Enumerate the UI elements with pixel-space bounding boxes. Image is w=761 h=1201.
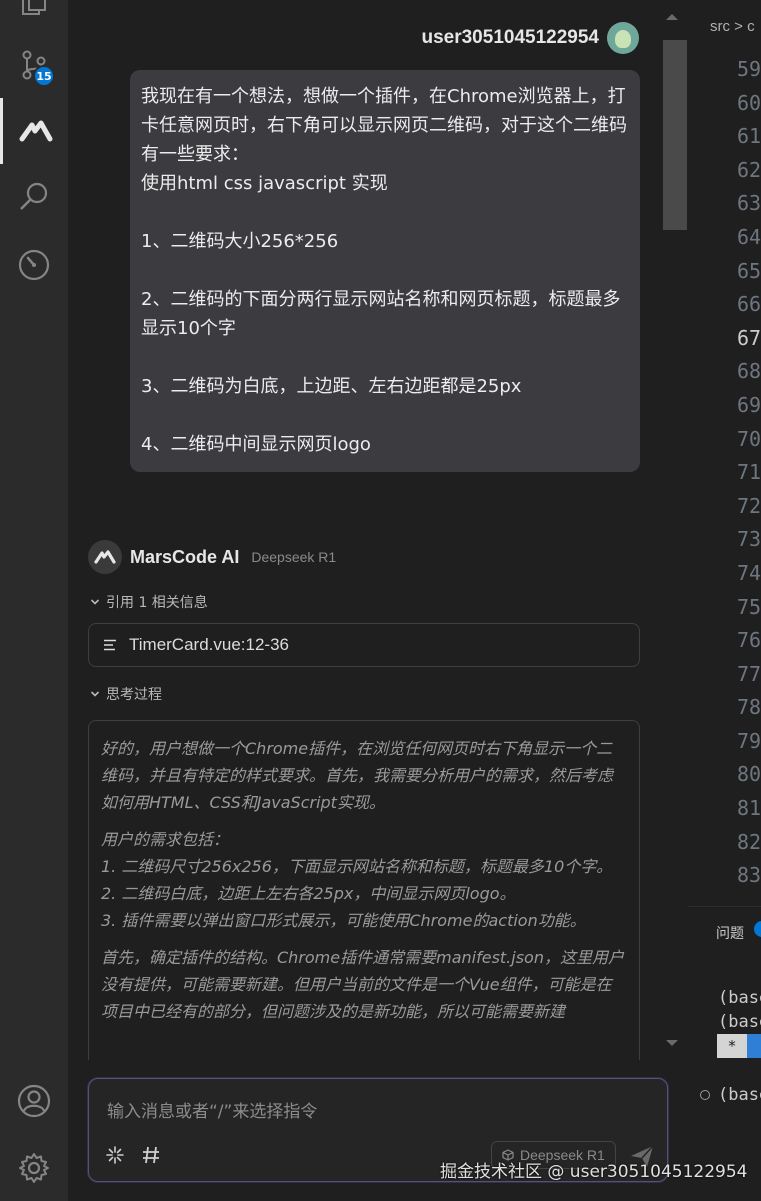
line-number: 66 bbox=[737, 292, 761, 317]
line-number: 79 bbox=[737, 728, 761, 753]
activity-bar: 15 bbox=[0, 0, 68, 1201]
line-number: 81 bbox=[737, 796, 761, 821]
user-message-paragraph: 4、二维码中间显示网页logo bbox=[141, 434, 371, 455]
line-number: 83 bbox=[737, 863, 761, 888]
terminal-line: (base bbox=[718, 1012, 761, 1032]
line-number: 80 bbox=[737, 762, 761, 787]
reference-file-card[interactable]: TimerCard.vue:12-36 bbox=[88, 623, 640, 667]
references-toggle[interactable]: 引用 1 相关信息 bbox=[90, 592, 208, 612]
thinking-content: 好的，用户想做一个Chrome插件，在浏览任何网页时右下角显示一个二维码，并且有… bbox=[88, 720, 640, 1060]
lines-icon bbox=[104, 639, 116, 651]
scroll-down-arrow-icon[interactable] bbox=[666, 1040, 678, 1046]
user-message-paragraph: 3、二维码为白底，上边距、左右边距都是25px bbox=[141, 376, 522, 397]
chat-input-placeholder[interactable]: 输入消息或者“/”来选择指令 bbox=[107, 1097, 317, 1122]
assistant-model: Deepseek R1 bbox=[251, 549, 337, 565]
thinking-paragraph: 首先，确定插件的结构。Chrome插件通常需要manifest.json，这里用… bbox=[101, 948, 624, 1021]
line-number: 77 bbox=[737, 661, 761, 686]
scroll-up-arrow-icon[interactable] bbox=[666, 14, 678, 20]
timer-icon[interactable] bbox=[0, 232, 68, 298]
line-number: 59 bbox=[737, 57, 761, 81]
user-name: user3051045122954 bbox=[421, 27, 599, 48]
chat-panel: user3051045122954 我现在有一个想法，想做一个插件，在Chrom… bbox=[68, 0, 668, 1201]
thinking-label: 思考过程 bbox=[106, 687, 162, 703]
sparkle-icon[interactable] bbox=[103, 1143, 127, 1167]
assistant-header: MarsCode AI Deepseek R1 bbox=[88, 540, 336, 574]
thinking-toggle[interactable]: 思考过程 bbox=[90, 684, 162, 704]
source-control-icon[interactable] bbox=[0, 32, 68, 98]
line-number: 73 bbox=[737, 527, 761, 552]
problems-count-badge bbox=[754, 921, 761, 937]
line-number: 72 bbox=[737, 493, 761, 518]
line-number: 70 bbox=[737, 426, 761, 451]
line-numbers: 59 60 61 62 63 64 65 66 67 68 69 70 71 72 73 74 75 76 77 78… bbox=[737, 53, 761, 893]
terminal-highlight: * bbox=[717, 1034, 747, 1058]
line-number: 62 bbox=[737, 157, 761, 182]
line-number: 69 bbox=[737, 392, 761, 417]
explorer-icon[interactable] bbox=[0, 0, 68, 36]
marscode-icon[interactable] bbox=[0, 98, 68, 164]
chat-scrollbar-thumb[interactable] bbox=[663, 40, 687, 230]
tab-problems[interactable]: 问题 bbox=[716, 923, 744, 943]
user-message-paragraph: 我现在有一个想法，想做一个插件，在Chrome浏览器上，打卡任意网页时，右下角可… bbox=[141, 86, 627, 194]
terminal-highlight-accent bbox=[747, 1034, 761, 1058]
line-number: 76 bbox=[737, 628, 761, 653]
line-number: 63 bbox=[737, 191, 761, 216]
user-message-bubble: 我现在有一个想法，想做一个插件，在Chrome浏览器上，打卡任意网页时，右下角可… bbox=[130, 70, 640, 472]
line-number: 75 bbox=[737, 594, 761, 619]
line-number: 60 bbox=[737, 90, 761, 115]
line-number: 74 bbox=[737, 560, 761, 585]
thinking-paragraph: 用户的需求包括： 1. 二维码尺寸256x256，下面显示网站名称和标题，标题最… bbox=[101, 830, 613, 930]
thinking-paragraph: 好的，用户想做一个Chrome插件，在浏览任何网页时右下角显示一个二维码，并且有… bbox=[101, 739, 614, 812]
watermark: 掘金技术社区 @ user3051045122954 bbox=[440, 1162, 748, 1182]
chat-scroll-area[interactable]: user3051045122954 我现在有一个想法，想做一个插件，在Chrom… bbox=[68, 0, 661, 1060]
reference-file-name: TimerCard.vue:12-36 bbox=[129, 635, 289, 654]
user-message-paragraph: 1、二维码大小256*256 bbox=[141, 231, 339, 252]
terminal-line: (base bbox=[718, 988, 761, 1008]
line-number: 78 bbox=[737, 695, 761, 720]
user-header: user3051045122954 bbox=[421, 22, 639, 54]
terminal-line: (base bbox=[718, 1085, 761, 1105]
account-icon[interactable] bbox=[0, 1068, 68, 1134]
user-message-paragraph: 2、二维码的下面分两行显示网站名称和网页标题，标题最多显示10个字 bbox=[141, 289, 621, 339]
search-icon[interactable] bbox=[0, 164, 68, 230]
line-number: 65 bbox=[737, 258, 761, 283]
chevron-down-icon bbox=[90, 691, 100, 697]
line-number: 82 bbox=[737, 829, 761, 854]
user-avatar bbox=[607, 22, 639, 54]
source-control-badge: 15 bbox=[33, 65, 55, 87]
breadcrumb[interactable]: src > c bbox=[710, 18, 755, 35]
assistant-name: MarsCode AI bbox=[130, 546, 240, 567]
terminal-status-circle-icon bbox=[700, 1090, 710, 1100]
hash-icon[interactable] bbox=[139, 1143, 163, 1167]
line-number: 67 bbox=[737, 325, 761, 350]
settings-gear-icon[interactable] bbox=[0, 1135, 68, 1201]
line-number: 71 bbox=[737, 460, 761, 485]
marscode-logo-icon bbox=[88, 540, 122, 574]
line-number: 61 bbox=[737, 124, 761, 149]
line-number: 68 bbox=[737, 359, 761, 384]
chevron-down-icon bbox=[90, 599, 100, 605]
references-label: 引用 1 相关信息 bbox=[106, 595, 208, 611]
line-number: 64 bbox=[737, 224, 761, 249]
